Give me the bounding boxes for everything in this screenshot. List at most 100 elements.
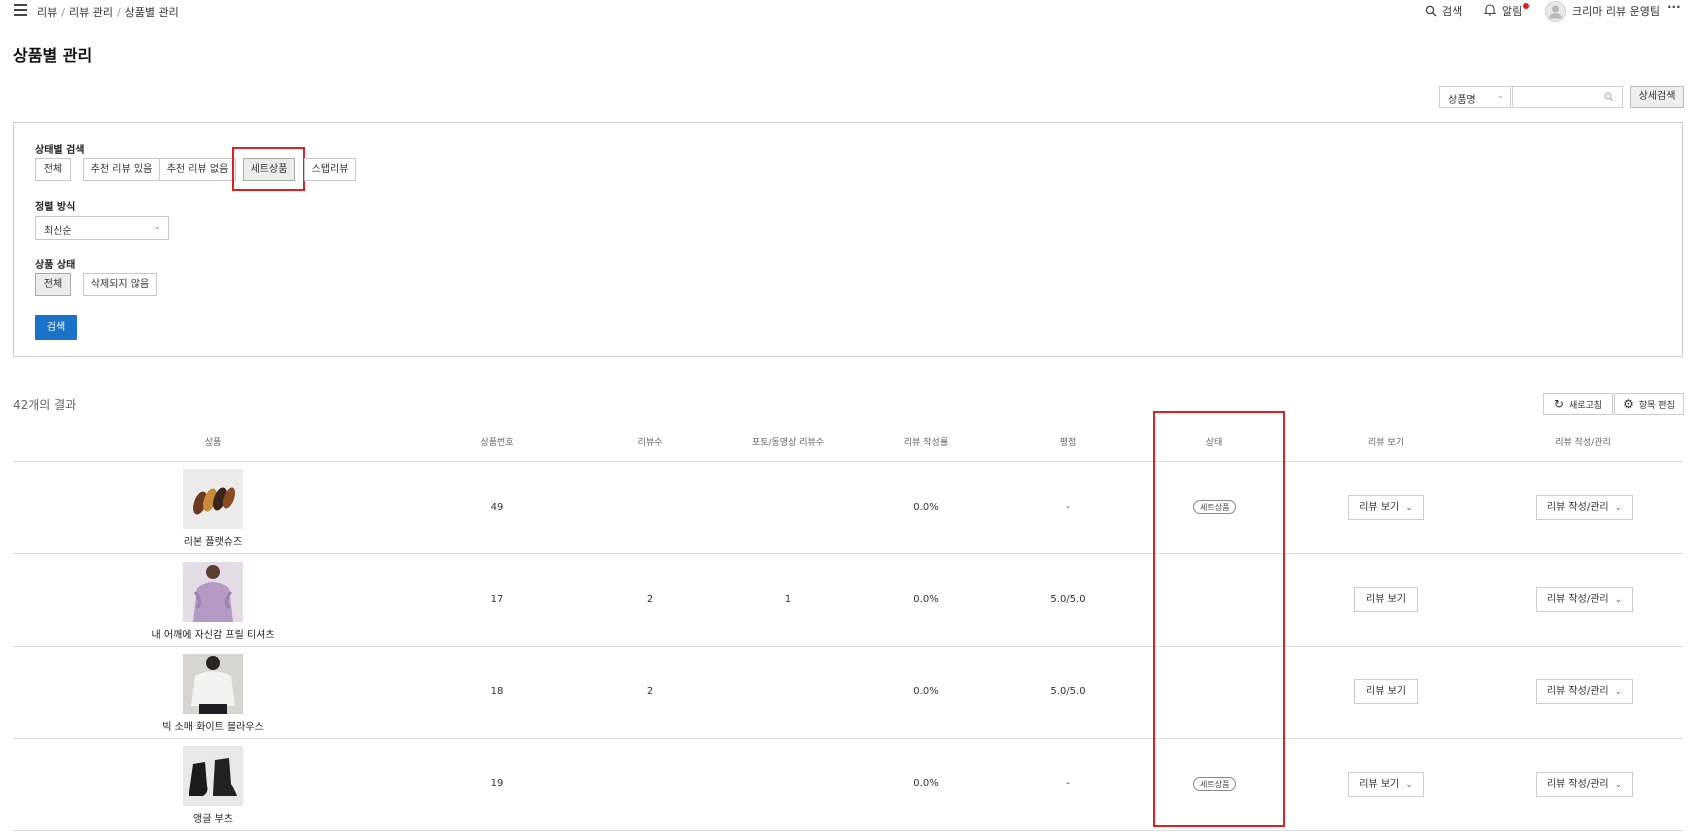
- user-menu[interactable]: 크리마 리뷰 운영팀: [1545, 0, 1660, 22]
- chevron-down-icon: ⌄: [1614, 595, 1623, 605]
- status-option-staff-review[interactable]: 스탭리뷰: [304, 158, 356, 181]
- status-option-recommended[interactable]: 추천 리뷰 있음: [83, 158, 160, 181]
- review-manage-dropdown[interactable]: 리뷰 작성/관리 ⌄: [1536, 772, 1633, 797]
- review-rate: 0.0%: [913, 502, 939, 513]
- refresh-icon: ↻: [1553, 397, 1564, 411]
- chevron-down-icon: ⌄: [1614, 780, 1623, 790]
- review-rate: 0.0%: [913, 594, 939, 605]
- sort-select-value: 최신순: [44, 226, 72, 237]
- product-number: 17: [490, 594, 504, 605]
- row-divider: [13, 553, 1683, 554]
- status-option-all[interactable]: 전체: [35, 158, 71, 181]
- product-name[interactable]: 리본 플랫슈즈: [133, 533, 293, 548]
- score: 5.0/5.0: [1050, 594, 1086, 605]
- breadcrumb-item-review[interactable]: 리뷰: [37, 6, 57, 19]
- product-thumbnail[interactable]: [183, 469, 243, 529]
- column-header-product: 상품: [204, 438, 222, 448]
- header-notification-button[interactable]: 알림: [1483, 2, 1529, 20]
- breadcrumb-item-review-manage[interactable]: 리뷰 관리: [69, 6, 113, 19]
- chevron-down-icon: ⌄: [1405, 503, 1413, 513]
- column-header-review-rate: 리뷰 작성률: [903, 438, 949, 448]
- chevron-down-icon: ⌄: [1405, 780, 1413, 790]
- product-number: 19: [490, 778, 504, 789]
- search-field-select[interactable]: 상품명 ⌄: [1439, 86, 1511, 108]
- column-header-review-view: 리뷰 보기: [1368, 438, 1404, 448]
- product-thumbnail[interactable]: [183, 562, 243, 622]
- header-search-label: 검색: [1442, 5, 1463, 18]
- review-rate: 0.0%: [913, 778, 939, 789]
- result-count: 42개의 결과: [13, 398, 77, 412]
- highlight-set-product-box: [232, 147, 305, 191]
- row-divider: [13, 646, 1683, 647]
- review-count: 2: [646, 686, 654, 697]
- review-manage-label: 리뷰 작성/관리: [1546, 594, 1609, 605]
- more-icon[interactable]: ···: [1667, 0, 1681, 14]
- photo-review-count: 1: [784, 594, 792, 605]
- edit-columns-button[interactable]: ⚙ 항목 편집: [1614, 393, 1684, 415]
- gear-icon: ⚙: [1623, 397, 1634, 411]
- filter-search-button[interactable]: 검색: [35, 315, 77, 340]
- chevron-down-icon: ⌄: [1614, 503, 1623, 513]
- product-status-label: 상품 상태: [35, 260, 76, 271]
- detail-search-button[interactable]: 상세검색: [1630, 86, 1684, 108]
- product-name[interactable]: 내 어깨에 자신감 프릴 티셔츠: [133, 626, 293, 641]
- score: 5.0/5.0: [1050, 686, 1086, 697]
- review-view-dropdown[interactable]: 리뷰 보기 ⌄: [1348, 772, 1424, 797]
- product-status-not-deleted[interactable]: 삭제되지 않음: [83, 273, 157, 296]
- search-field-select-value: 상품명: [1448, 95, 1476, 106]
- product-number: 49: [490, 502, 504, 513]
- user-name: 크리마 리뷰 운영팀: [1572, 5, 1660, 18]
- header-search-button[interactable]: 검색: [1425, 2, 1462, 20]
- review-view-dropdown[interactable]: 리뷰 보기 ⌄: [1348, 495, 1424, 520]
- product-name[interactable]: 빅 소매 화이트 블라우스: [133, 718, 293, 733]
- review-view-label: 리뷰 보기: [1359, 502, 1400, 513]
- refresh-button[interactable]: ↻ 새로고침: [1543, 393, 1613, 415]
- product-thumbnail[interactable]: [183, 654, 243, 714]
- score: -: [1066, 778, 1070, 789]
- review-count: 2: [646, 594, 654, 605]
- product-number: 18: [490, 686, 504, 697]
- chevron-down-icon: ⌄: [153, 222, 161, 232]
- score: -: [1066, 502, 1070, 513]
- review-manage-label: 리뷰 작성/관리: [1546, 779, 1609, 790]
- product-thumbnail[interactable]: [183, 746, 243, 806]
- review-rate: 0.0%: [913, 686, 939, 697]
- column-header-score: 평점: [1059, 438, 1077, 448]
- status-option-not-recommended[interactable]: 추천 리뷰 없음: [159, 158, 236, 181]
- review-manage-label: 리뷰 작성/관리: [1546, 502, 1609, 513]
- notification-dot: [1523, 3, 1529, 9]
- avatar-icon: [1545, 0, 1566, 22]
- breadcrumb-item-product-manage: 상품별 관리: [124, 6, 179, 19]
- bell-icon: [1483, 4, 1497, 16]
- product-status-all[interactable]: 전체: [35, 273, 71, 296]
- edit-columns-label: 항목 편집: [1638, 400, 1675, 411]
- refresh-label: 새로고침: [1568, 400, 1603, 411]
- review-manage-dropdown[interactable]: 리뷰 작성/관리 ⌄: [1536, 679, 1633, 704]
- status-filter-label: 상태별 검색: [35, 145, 85, 156]
- column-header-photo-review-count: 포토/동영상 리뷰수: [751, 438, 825, 448]
- review-manage-label: 리뷰 작성/관리: [1546, 686, 1609, 697]
- header-notification-label: 알림: [1502, 5, 1523, 18]
- column-header-review-manage: 리뷰 작성/관리: [1555, 438, 1611, 448]
- chevron-down-icon: ⌄: [1496, 91, 1504, 101]
- search-input[interactable]: [1512, 86, 1623, 108]
- column-header-product-number: 상품번호: [480, 438, 514, 448]
- chevron-down-icon: ⌄: [1614, 687, 1623, 697]
- menu-icon[interactable]: [14, 4, 27, 16]
- column-header-review-count: 리뷰수: [637, 438, 663, 448]
- row-divider: [13, 738, 1683, 739]
- table-divider: [13, 461, 1683, 462]
- breadcrumb: 리뷰 / 리뷰 관리 / 상품별 관리: [37, 6, 179, 19]
- highlight-status-column-box: [1153, 411, 1285, 827]
- page-title: 상품별 관리: [13, 46, 93, 65]
- review-view-label: 리뷰 보기: [1359, 779, 1400, 790]
- sort-label: 정렬 방식: [35, 202, 76, 213]
- review-view-button[interactable]: 리뷰 보기: [1354, 587, 1418, 612]
- search-icon: [1425, 5, 1437, 17]
- review-manage-dropdown[interactable]: 리뷰 작성/관리 ⌄: [1536, 495, 1633, 520]
- sort-select[interactable]: 최신순 ⌄: [35, 216, 169, 240]
- review-manage-dropdown[interactable]: 리뷰 작성/관리 ⌄: [1536, 587, 1633, 612]
- product-name[interactable]: 앵글 부츠: [133, 810, 293, 825]
- review-view-button[interactable]: 리뷰 보기: [1354, 679, 1418, 704]
- row-divider: [13, 830, 1683, 831]
